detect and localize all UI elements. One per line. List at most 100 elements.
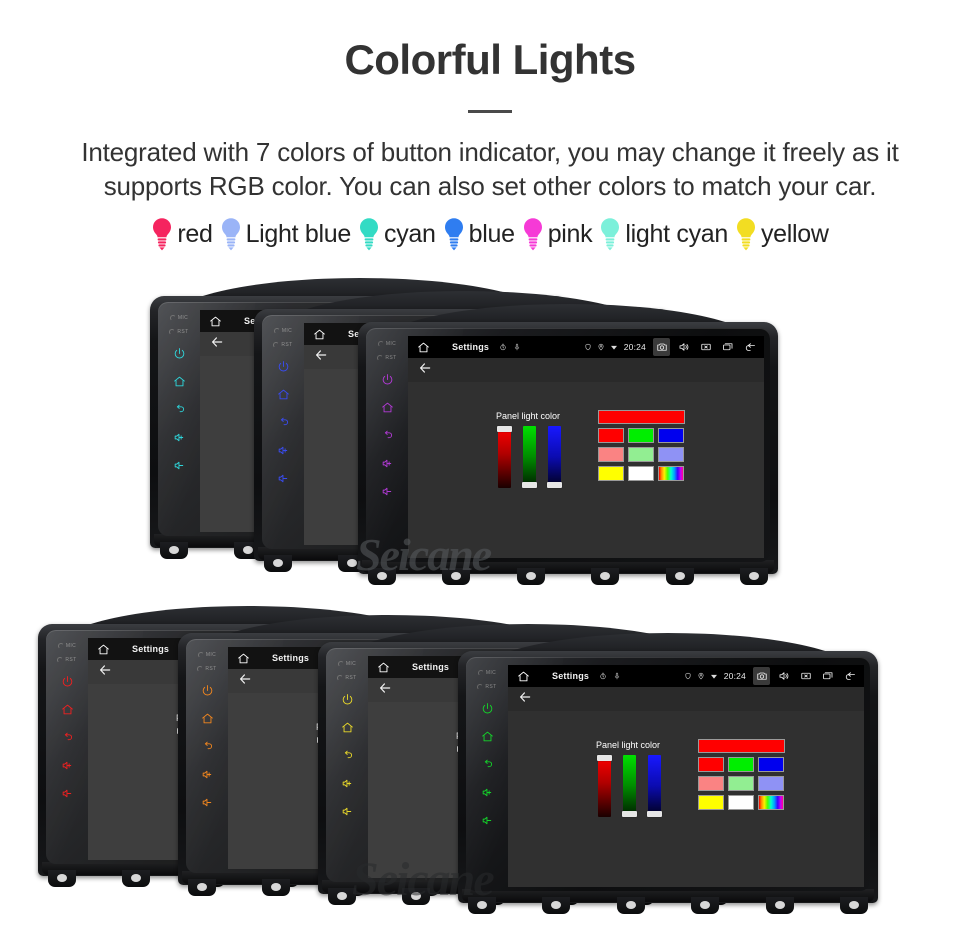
slider-thumb[interactable] (482, 802, 497, 808)
color-swatch[interactable] (338, 749, 364, 764)
color-swatch[interactable] (494, 434, 520, 449)
slider-thumb[interactable] (339, 456, 354, 462)
home-icon[interactable] (310, 328, 328, 341)
color-swatch[interactable] (308, 768, 334, 783)
rgb-slider-r[interactable] (393, 413, 408, 475)
rgb-slider-r[interactable] (317, 737, 332, 799)
color-swatch[interactable] (420, 421, 446, 436)
color-swatch[interactable] (658, 447, 684, 462)
color-swatch[interactable] (628, 466, 654, 481)
bezel-power-icon[interactable] (61, 668, 74, 694)
bezel-power-icon[interactable] (277, 353, 290, 379)
bezel-back-icon[interactable] (341, 742, 354, 768)
slider-thumb[interactable] (597, 755, 612, 761)
color-swatch[interactable] (278, 730, 304, 745)
color-swatch[interactable] (618, 748, 644, 763)
bezel-home-icon[interactable] (61, 696, 74, 722)
rgb-slider-g[interactable] (522, 426, 537, 488)
color-swatch[interactable] (618, 767, 644, 782)
color-swatch-rainbow[interactable] (450, 440, 476, 455)
bezel-home-icon[interactable] (381, 394, 394, 420)
color-swatch[interactable] (390, 402, 416, 417)
bezel-back-icon[interactable] (277, 409, 290, 435)
bezel-power-icon[interactable] (381, 366, 394, 392)
color-swatch[interactable] (308, 730, 334, 745)
color-swatch[interactable] (698, 795, 724, 810)
bezel-power-icon[interactable] (481, 695, 494, 721)
bezel-volume-up-icon[interactable] (61, 752, 74, 778)
statusbar-camera-icon[interactable] (753, 667, 770, 685)
color-swatch[interactable] (558, 786, 584, 801)
color-swatch[interactable] (524, 415, 550, 430)
rgb-slider-g[interactable] (482, 746, 497, 808)
action-bar-back-arrow-icon[interactable] (238, 672, 252, 691)
color-swatch[interactable] (728, 776, 754, 791)
rgb-slider-g[interactable] (202, 728, 217, 790)
rgb-slider-b[interactable] (339, 400, 354, 462)
color-swatch[interactable] (478, 758, 504, 773)
rgb-slider-g[interactable] (622, 755, 637, 817)
action-bar-back-arrow-icon[interactable] (210, 335, 224, 354)
bezel-volume-down-icon[interactable] (61, 780, 74, 806)
statusbar-back-arrow-icon[interactable] (841, 667, 858, 685)
bezel-volume-down-icon[interactable] (173, 452, 186, 478)
rgb-slider-r[interactable] (177, 728, 192, 790)
bezel-back-icon[interactable] (201, 733, 214, 759)
bezel-power-icon[interactable] (341, 686, 354, 712)
slider-thumb[interactable] (418, 469, 433, 475)
bezel-back-icon[interactable] (381, 422, 394, 448)
color-swatch[interactable] (658, 428, 684, 443)
rgb-slider-r[interactable] (597, 755, 612, 817)
color-swatch[interactable] (598, 428, 624, 443)
home-icon[interactable] (514, 670, 532, 683)
color-swatch[interactable] (628, 428, 654, 443)
color-swatch[interactable] (728, 757, 754, 772)
action-bar-back-arrow-icon[interactable] (518, 690, 532, 709)
color-swatch[interactable] (758, 776, 784, 791)
color-swatch[interactable] (758, 757, 784, 772)
bezel-volume-down-icon[interactable] (381, 478, 394, 504)
rgb-slider-r[interactable] (457, 746, 472, 808)
action-bar-back-arrow-icon[interactable] (418, 361, 432, 380)
statusbar-recents-icon[interactable] (819, 667, 836, 685)
color-swatch[interactable] (628, 447, 654, 462)
color-swatch[interactable] (524, 453, 550, 468)
color-swatch[interactable] (558, 767, 584, 782)
bezel-volume-up-icon[interactable] (381, 450, 394, 476)
bezel-back-icon[interactable] (61, 724, 74, 750)
bezel-volume-down-icon[interactable] (201, 789, 214, 815)
rgb-slider-g[interactable] (418, 413, 433, 475)
home-icon[interactable] (234, 652, 252, 665)
color-swatch-rainbow[interactable] (478, 777, 504, 792)
rgb-slider-b[interactable] (547, 426, 562, 488)
bezel-home-icon[interactable] (277, 381, 290, 407)
color-swatch[interactable] (698, 776, 724, 791)
rgb-slider-b[interactable] (367, 737, 382, 799)
home-icon[interactable] (414, 341, 432, 354)
color-swatch-rainbow[interactable] (758, 795, 784, 810)
color-swatch[interactable] (418, 758, 444, 773)
color-swatch[interactable] (278, 749, 304, 764)
color-swatch[interactable] (524, 434, 550, 449)
rgb-slider-b[interactable] (647, 755, 662, 817)
color-swatch[interactable] (588, 748, 614, 763)
color-swatch-rainbow[interactable] (618, 786, 644, 801)
bezel-volume-up-icon[interactable] (173, 424, 186, 450)
slider-thumb[interactable] (522, 482, 537, 488)
statusbar-volume-icon[interactable] (775, 667, 792, 685)
color-swatch[interactable] (448, 777, 474, 792)
rgb-slider-r[interactable] (289, 400, 304, 462)
bezel-back-icon[interactable] (173, 396, 186, 422)
action-bar-back-arrow-icon[interactable] (98, 663, 112, 682)
rgb-slider-g[interactable] (342, 737, 357, 799)
rgb-slider-r[interactable] (497, 426, 512, 488)
color-swatch[interactable] (478, 739, 504, 754)
slider-thumb[interactable] (393, 413, 408, 419)
home-icon[interactable] (94, 643, 112, 656)
color-swatch[interactable] (558, 748, 584, 763)
slider-thumb[interactable] (342, 793, 357, 799)
statusbar-recents-icon[interactable] (719, 338, 736, 356)
bezel-back-icon[interactable] (481, 751, 494, 777)
bezel-volume-up-icon[interactable] (341, 770, 354, 796)
statusbar-close-box-icon[interactable] (697, 338, 714, 356)
